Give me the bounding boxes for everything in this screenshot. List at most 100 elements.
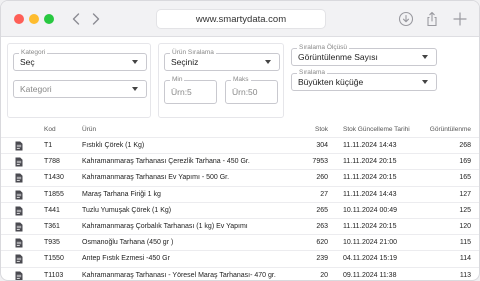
forward-icon[interactable]: [89, 10, 103, 28]
table-row[interactable]: T1855 Maraş Tarhana Firiği 1 kg 27 11.11.20…: [1, 185, 479, 202]
document-icon[interactable]: [15, 271, 23, 281]
max-input[interactable]: Maks Ürn:50: [225, 76, 278, 104]
table-row[interactable]: T361 Kahramanmaraş Çorbalık Tarhanası (1 …: [1, 218, 479, 234]
category-input-placeholder: Kategori: [20, 84, 52, 94]
cell-goruntulenme: 114: [459, 255, 471, 263]
document-icon[interactable]: [15, 206, 23, 216]
cell-kod: T788: [44, 158, 60, 166]
cell-stok: 7953: [312, 158, 328, 166]
cell-urun: Fıstıklı Çörek (1 Kg): [82, 142, 145, 149]
cell-stok-tarihi: 11.11.2024 14:43: [343, 190, 397, 198]
cell-kod: T935: [44, 239, 60, 247]
address-bar[interactable]: www.smartydata.com: [156, 9, 326, 29]
cell-goruntulenme: 127: [459, 190, 471, 198]
cell-kod: T1: [44, 142, 53, 149]
cell-goruntulenme: 165: [459, 174, 471, 182]
cell-stok-tarihi: 04.11.2024 15:19: [343, 255, 397, 263]
cell-urun: Kahramanmaraş Tarhanası Çerezlik Tarhana…: [82, 158, 250, 166]
product-sort-panel: Ürün Sıralama Seçiniz Min Ürn:5 Maks Ürn…: [158, 43, 284, 118]
header-urun[interactable]: Ürün: [82, 126, 96, 133]
filter-area: Kategori Seç Kategori Ürün Sıralama Seçi…: [1, 38, 479, 118]
cell-kod: T361: [44, 223, 60, 230]
document-icon[interactable]: [15, 222, 23, 232]
min-input[interactable]: Min Ürn:5: [164, 76, 217, 104]
chevron-down-icon: [422, 80, 428, 84]
category-filter-panel: Kategori Seç Kategori: [7, 43, 151, 118]
cell-urun: Tuzlu Yumuşak Çörek (1 Kg): [82, 206, 172, 214]
cell-goruntulenme: 125: [459, 206, 471, 214]
chevron-down-icon: [132, 60, 138, 64]
cell-kod: T441: [44, 206, 60, 214]
cell-urun: Kahramanmaraş Tarhanası Ev Yapımı - 500 …: [82, 174, 230, 182]
browser-titlebar: www.smartydata.com: [1, 1, 479, 37]
document-icon[interactable]: [15, 173, 23, 183]
cell-urun: Kahramanmaraş Çorbalık Tarhanası (1 kg) …: [82, 223, 248, 230]
new-tab-icon[interactable]: [452, 11, 468, 27]
category-select-value: Seç: [20, 57, 35, 67]
cell-goruntulenme: 115: [459, 239, 471, 247]
browser-window: www.smartydata.com Kategori Seç Kategori: [0, 0, 480, 281]
url-text: www.smartydata.com: [195, 13, 287, 25]
share-icon[interactable]: [424, 11, 440, 27]
cell-stok: 265: [316, 206, 328, 214]
document-icon[interactable]: [15, 141, 23, 151]
cell-goruntulenme: 113: [459, 271, 471, 279]
header-stok[interactable]: Stok: [315, 126, 328, 133]
category-select[interactable]: Kategori Seç: [13, 49, 147, 71]
header-goruntulenme[interactable]: Görüntülenme: [430, 126, 471, 133]
table-row[interactable]: T1 Fıstıklı Çörek (1 Kg) 304 11.11.2024 14:…: [1, 137, 479, 153]
category-input[interactable]: Kategori: [13, 80, 147, 98]
cell-stok-tarihi: 11.11.2024 20:15: [343, 174, 397, 182]
chevron-down-icon: [422, 55, 428, 59]
cell-stok: 27: [320, 190, 328, 198]
cell-kod: T1550: [44, 255, 64, 263]
download-icon[interactable]: [398, 11, 414, 27]
cell-stok: 263: [316, 223, 328, 230]
cell-urun: Osmanoğlu Tarhana (450 gr ): [82, 239, 174, 247]
table-row[interactable]: T441 Tuzlu Yumuşak Çörek (1 Kg) 265 10.11.2…: [1, 201, 479, 218]
sort-order-value: Büyükten küçüğe: [298, 77, 364, 87]
cell-goruntulenme: 120: [459, 223, 471, 230]
sort-metric-select[interactable]: Sıralama Ölçüsü Görüntülenme Sayısı: [291, 44, 437, 66]
cell-goruntulenme: 169: [459, 158, 471, 166]
cell-kod: T1430: [44, 174, 64, 182]
back-icon[interactable]: [69, 10, 83, 28]
document-icon[interactable]: [15, 238, 23, 248]
table-row[interactable]: T1550 Antep Fıstık Ezmesi -450 Gr 239 04.11…: [1, 250, 479, 266]
maximize-window-button[interactable]: [44, 14, 54, 24]
document-icon[interactable]: [15, 190, 23, 200]
product-sort-select[interactable]: Ürün Sıralama Seçiniz: [164, 49, 280, 71]
cell-stok-tarihi: 11.11.2024 20:15: [343, 223, 397, 230]
cell-stok-tarihi: 09.11.2024 11:38: [343, 271, 397, 279]
cell-goruntulenme: 268: [459, 142, 471, 149]
sort-order-select[interactable]: Sıralama Büyükten küçüğe: [291, 69, 437, 91]
document-icon[interactable]: [15, 157, 23, 167]
sort-metric-value: Görüntülenme Sayısı: [298, 52, 378, 62]
cell-stok: 304: [316, 142, 328, 149]
minimize-window-button[interactable]: [29, 14, 39, 24]
table-row[interactable]: T935 Osmanoğlu Tarhana (450 gr ) 620 10.11.…: [1, 234, 479, 250]
chevron-down-icon: [132, 87, 138, 91]
cell-urun: Maraş Tarhana Firiği 1 kg: [82, 190, 161, 198]
table-header: Kod Ürün Stok Stok Güncelleme Tarihi Gör…: [1, 123, 479, 137]
max-placeholder: Ürn:50: [232, 87, 258, 97]
cell-stok: 239: [316, 255, 328, 263]
cell-kod: T1855: [44, 190, 64, 198]
document-icon[interactable]: [15, 254, 23, 264]
cell-stok-tarihi: 11.11.2024 20:15: [343, 158, 397, 166]
table-row[interactable]: T1103 Kahramanmaraş Tarhanası - Yöresel M…: [1, 266, 479, 281]
cell-stok-tarihi: 11.11.2024 14:43: [343, 142, 397, 149]
chevron-down-icon: [265, 60, 271, 64]
product-sort-value: Seçiniz: [171, 57, 199, 67]
header-stok-tarihi[interactable]: Stok Güncelleme Tarihi: [343, 126, 410, 133]
min-placeholder: Ürn:5: [171, 87, 192, 97]
cell-stok: 260: [316, 174, 328, 182]
header-kod[interactable]: Kod: [44, 126, 56, 133]
table-row[interactable]: T1430 Kahramanmaraş Tarhanası Ev Yapımı -…: [1, 169, 479, 185]
cell-stok: 20: [320, 271, 328, 279]
table-row[interactable]: T788 Kahramanmaraş Tarhanası Çerezlik Tar…: [1, 153, 479, 169]
cell-urun: Kahramanmaraş Tarhanası - Yöresel Maraş …: [82, 271, 276, 279]
cell-urun: Antep Fıstık Ezmesi -450 Gr: [82, 255, 170, 263]
cell-stok-tarihi: 10.11.2024 21:00: [343, 239, 397, 247]
close-window-button[interactable]: [14, 14, 24, 24]
